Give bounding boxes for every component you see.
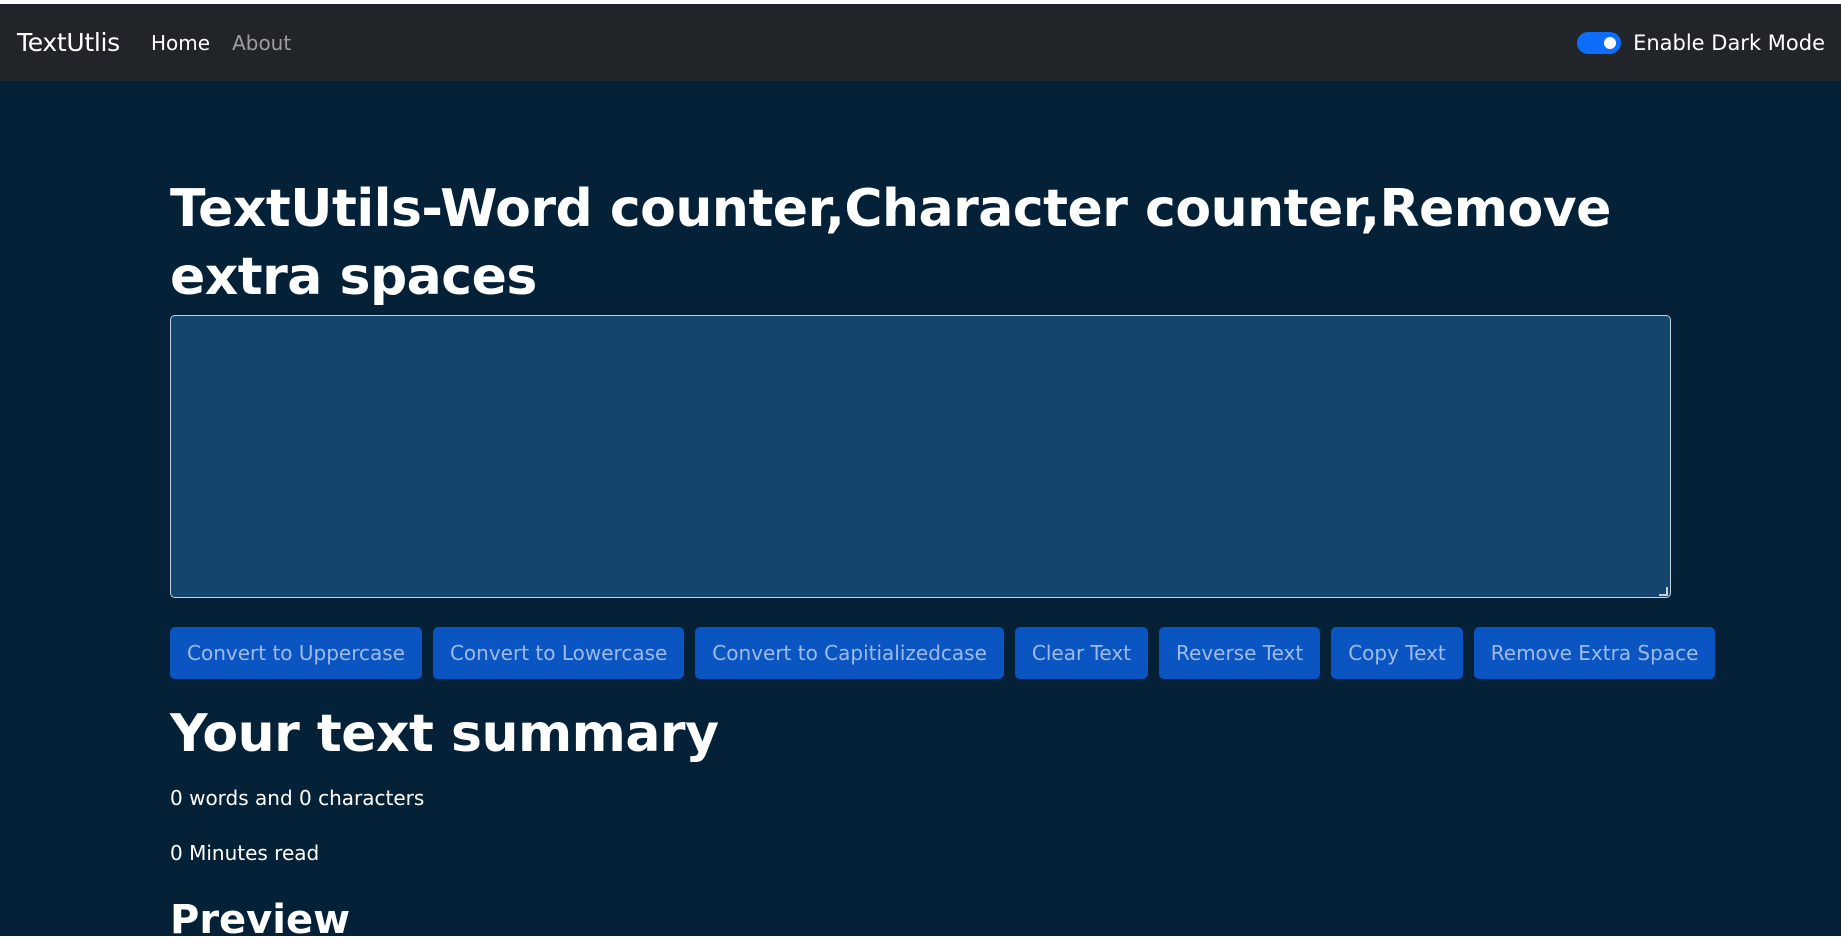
text-input-area[interactable] [170,315,1671,598]
nav-link-home[interactable]: Home [151,31,210,55]
page-title: TextUtils-Word counter,Character counter… [170,179,1611,307]
dark-mode-label[interactable]: Enable Dark Mode [1633,31,1825,55]
summary-heading: Your text summary [170,704,719,764]
dark-mode-switch[interactable] [1577,31,1622,54]
word-character-count: 0 words and 0 characters [170,786,425,810]
uppercase-button[interactable]: Convert to Uppercase [170,627,422,679]
capitalize-button[interactable]: Convert to Capitializedcase [695,627,1004,679]
action-buttons: Convert to Uppercase Convert to Lowercas… [170,627,1716,679]
main-content: TextUtils-Word counter,Character counter… [0,81,1841,936]
clear-text-button[interactable]: Clear Text [1014,627,1149,679]
reverse-text-button[interactable]: Reverse Text [1159,627,1321,679]
navbar-brand[interactable]: TextUtlis [17,4,120,81]
nav-link-about[interactable]: About [232,31,291,55]
copy-text-button[interactable]: Copy Text [1331,627,1463,679]
textarea-resize-handle[interactable] [1659,587,1668,596]
minutes-read: 0 Minutes read [170,841,320,865]
lowercase-button[interactable]: Convert to Lowercase [432,627,685,679]
dark-mode-toggle-group: Enable Dark Mode [1577,4,1825,81]
switch-knob [1604,36,1617,49]
navbar: TextUtlis Home About Enable Dark Mode [0,4,1841,81]
preview-heading: Preview [170,897,351,936]
remove-extra-space-button[interactable]: Remove Extra Space [1473,627,1716,679]
nav-links: Home About [151,4,291,81]
